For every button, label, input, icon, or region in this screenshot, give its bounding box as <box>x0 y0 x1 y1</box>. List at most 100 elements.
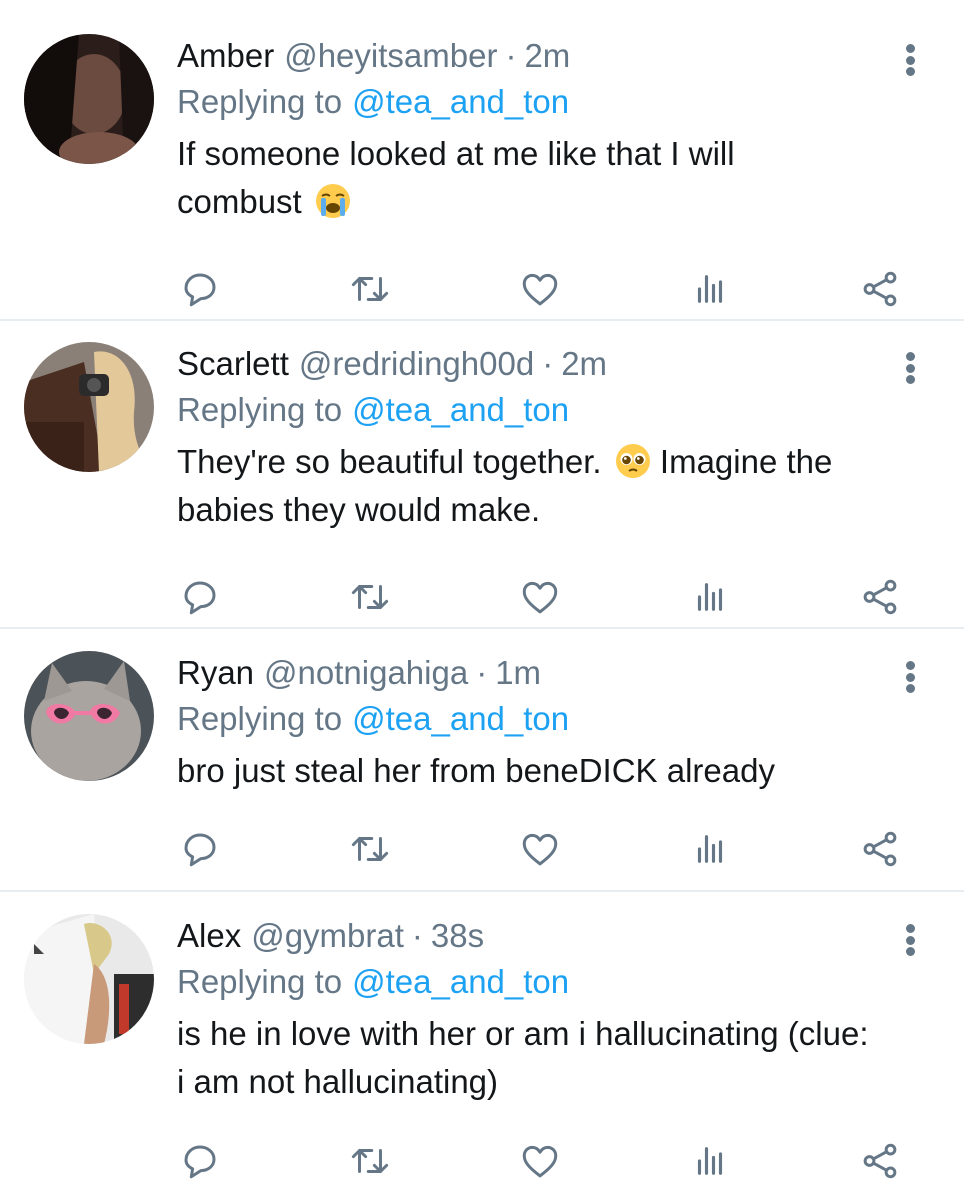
reply-button[interactable] <box>175 264 225 314</box>
pleading-face-icon <box>615 444 650 478</box>
share-button[interactable] <box>855 824 905 874</box>
timestamp[interactable]: 2m <box>524 34 570 78</box>
analytics-icon <box>697 835 723 863</box>
retweet-icon <box>351 1149 389 1173</box>
share-button[interactable] <box>855 1136 905 1186</box>
heart-icon <box>522 1145 558 1178</box>
retweet-button[interactable] <box>345 264 395 314</box>
heart-icon <box>522 581 558 614</box>
share-icon <box>863 579 897 615</box>
avatar-image <box>24 914 154 1044</box>
avatar[interactable] <box>24 34 154 164</box>
replying-prefix: Replying to <box>177 963 343 1000</box>
author-handle[interactable]: @redridingh00d <box>299 342 534 386</box>
avatar-image <box>24 34 154 164</box>
author-handle[interactable]: @heyitsamber <box>284 34 497 78</box>
analytics-icon <box>697 275 723 303</box>
tweet[interactable]: Ryan @notnigahiga · 1m Replying to @tea_a… <box>0 651 964 891</box>
author-handle[interactable]: @notnigahiga <box>264 651 468 695</box>
heart-icon <box>522 273 558 306</box>
action-bar <box>0 572 964 622</box>
reply-icon <box>184 581 216 615</box>
action-bar <box>0 1136 964 1186</box>
replying-to: Replying to @tea_and_ton <box>177 388 569 432</box>
more-vertical-icon <box>905 924 915 933</box>
more-options-button[interactable] <box>895 920 925 960</box>
like-button[interactable] <box>515 824 565 874</box>
reply-icon <box>184 833 216 867</box>
more-vertical-icon <box>905 661 915 670</box>
timestamp[interactable]: 1m <box>495 651 541 695</box>
share-icon <box>863 831 897 867</box>
like-button[interactable] <box>515 1136 565 1186</box>
mention-link[interactable]: @tea_and_ton <box>352 963 569 1000</box>
replying-prefix: Replying to <box>177 83 343 120</box>
tweet-text: They're so beautiful together. Imagine t… <box>177 438 917 534</box>
reply-icon <box>184 1145 216 1179</box>
mention-link[interactable]: @tea_and_ton <box>352 700 569 737</box>
tweet-text: is he in love with her or am i hallucina… <box>177 1015 869 1100</box>
analytics-button[interactable] <box>685 1136 735 1186</box>
tweet-text-content: They're so beautiful together. <box>177 443 602 480</box>
tweet-header: Scarlett @redridingh00d · 2m <box>177 342 607 386</box>
replying-prefix: Replying to <box>177 700 343 737</box>
like-button[interactable] <box>515 572 565 622</box>
divider <box>0 319 964 321</box>
author-name[interactable]: Amber <box>177 34 274 78</box>
share-icon <box>863 271 897 307</box>
analytics-icon <box>697 1147 723 1175</box>
reply-button[interactable] <box>175 572 225 622</box>
like-button[interactable] <box>515 264 565 314</box>
analytics-icon <box>697 583 723 611</box>
analytics-button[interactable] <box>685 264 735 314</box>
more-vertical-icon <box>905 352 915 361</box>
tweet-text-content: If someone looked at me like that I will… <box>177 135 735 220</box>
tweet[interactable]: Alex @gymbrat · 38s Replying to @tea_and_… <box>0 914 964 1200</box>
separator-dot: · <box>476 654 488 691</box>
author-handle[interactable]: @gymbrat <box>251 914 404 958</box>
retweet-button[interactable] <box>345 824 395 874</box>
action-bar <box>0 824 964 874</box>
retweet-icon <box>351 585 389 609</box>
separator-dot: · <box>505 37 517 74</box>
share-icon <box>863 1143 897 1179</box>
retweet-button[interactable] <box>345 1136 395 1186</box>
action-bar <box>0 264 964 314</box>
more-vertical-icon <box>905 44 915 53</box>
avatar-image <box>24 342 154 472</box>
retweet-button[interactable] <box>345 572 395 622</box>
reply-icon <box>184 273 216 307</box>
tweet[interactable]: Amber @heyitsamber · 2m Replying to @tea_… <box>0 34 964 320</box>
share-button[interactable] <box>855 264 905 314</box>
analytics-button[interactable] <box>685 572 735 622</box>
divider <box>0 627 964 629</box>
timestamp[interactable]: 38s <box>431 914 484 958</box>
tweet-header: Amber @heyitsamber · 2m <box>177 34 570 78</box>
replying-prefix: Replying to <box>177 391 343 428</box>
tweet-header: Alex @gymbrat · 38s <box>177 914 484 958</box>
share-button[interactable] <box>855 572 905 622</box>
author-name[interactable]: Scarlett <box>177 342 289 386</box>
analytics-button[interactable] <box>685 824 735 874</box>
avatar[interactable] <box>24 914 154 1044</box>
loudly-crying-face-icon <box>315 184 350 218</box>
timestamp[interactable]: 2m <box>561 342 607 386</box>
reply-button[interactable] <box>175 824 225 874</box>
replying-to: Replying to @tea_and_ton <box>177 960 569 1004</box>
avatar[interactable] <box>24 651 154 781</box>
retweet-icon <box>351 837 389 861</box>
avatar[interactable] <box>24 342 154 472</box>
more-options-button[interactable] <box>895 657 925 697</box>
more-options-button[interactable] <box>895 40 925 80</box>
avatar-image <box>24 651 154 781</box>
replying-to: Replying to @tea_and_ton <box>177 697 569 741</box>
replying-to: Replying to @tea_and_ton <box>177 80 569 124</box>
author-name[interactable]: Ryan <box>177 651 254 695</box>
mention-link[interactable]: @tea_and_ton <box>352 391 569 428</box>
tweet[interactable]: Scarlett @redridingh00d · 2m Replying to… <box>0 342 964 628</box>
mention-link[interactable]: @tea_and_ton <box>352 83 569 120</box>
author-name[interactable]: Alex <box>177 914 241 958</box>
reply-button[interactable] <box>175 1136 225 1186</box>
more-options-button[interactable] <box>895 348 925 388</box>
tweet-header: Ryan @notnigahiga · 1m <box>177 651 541 695</box>
